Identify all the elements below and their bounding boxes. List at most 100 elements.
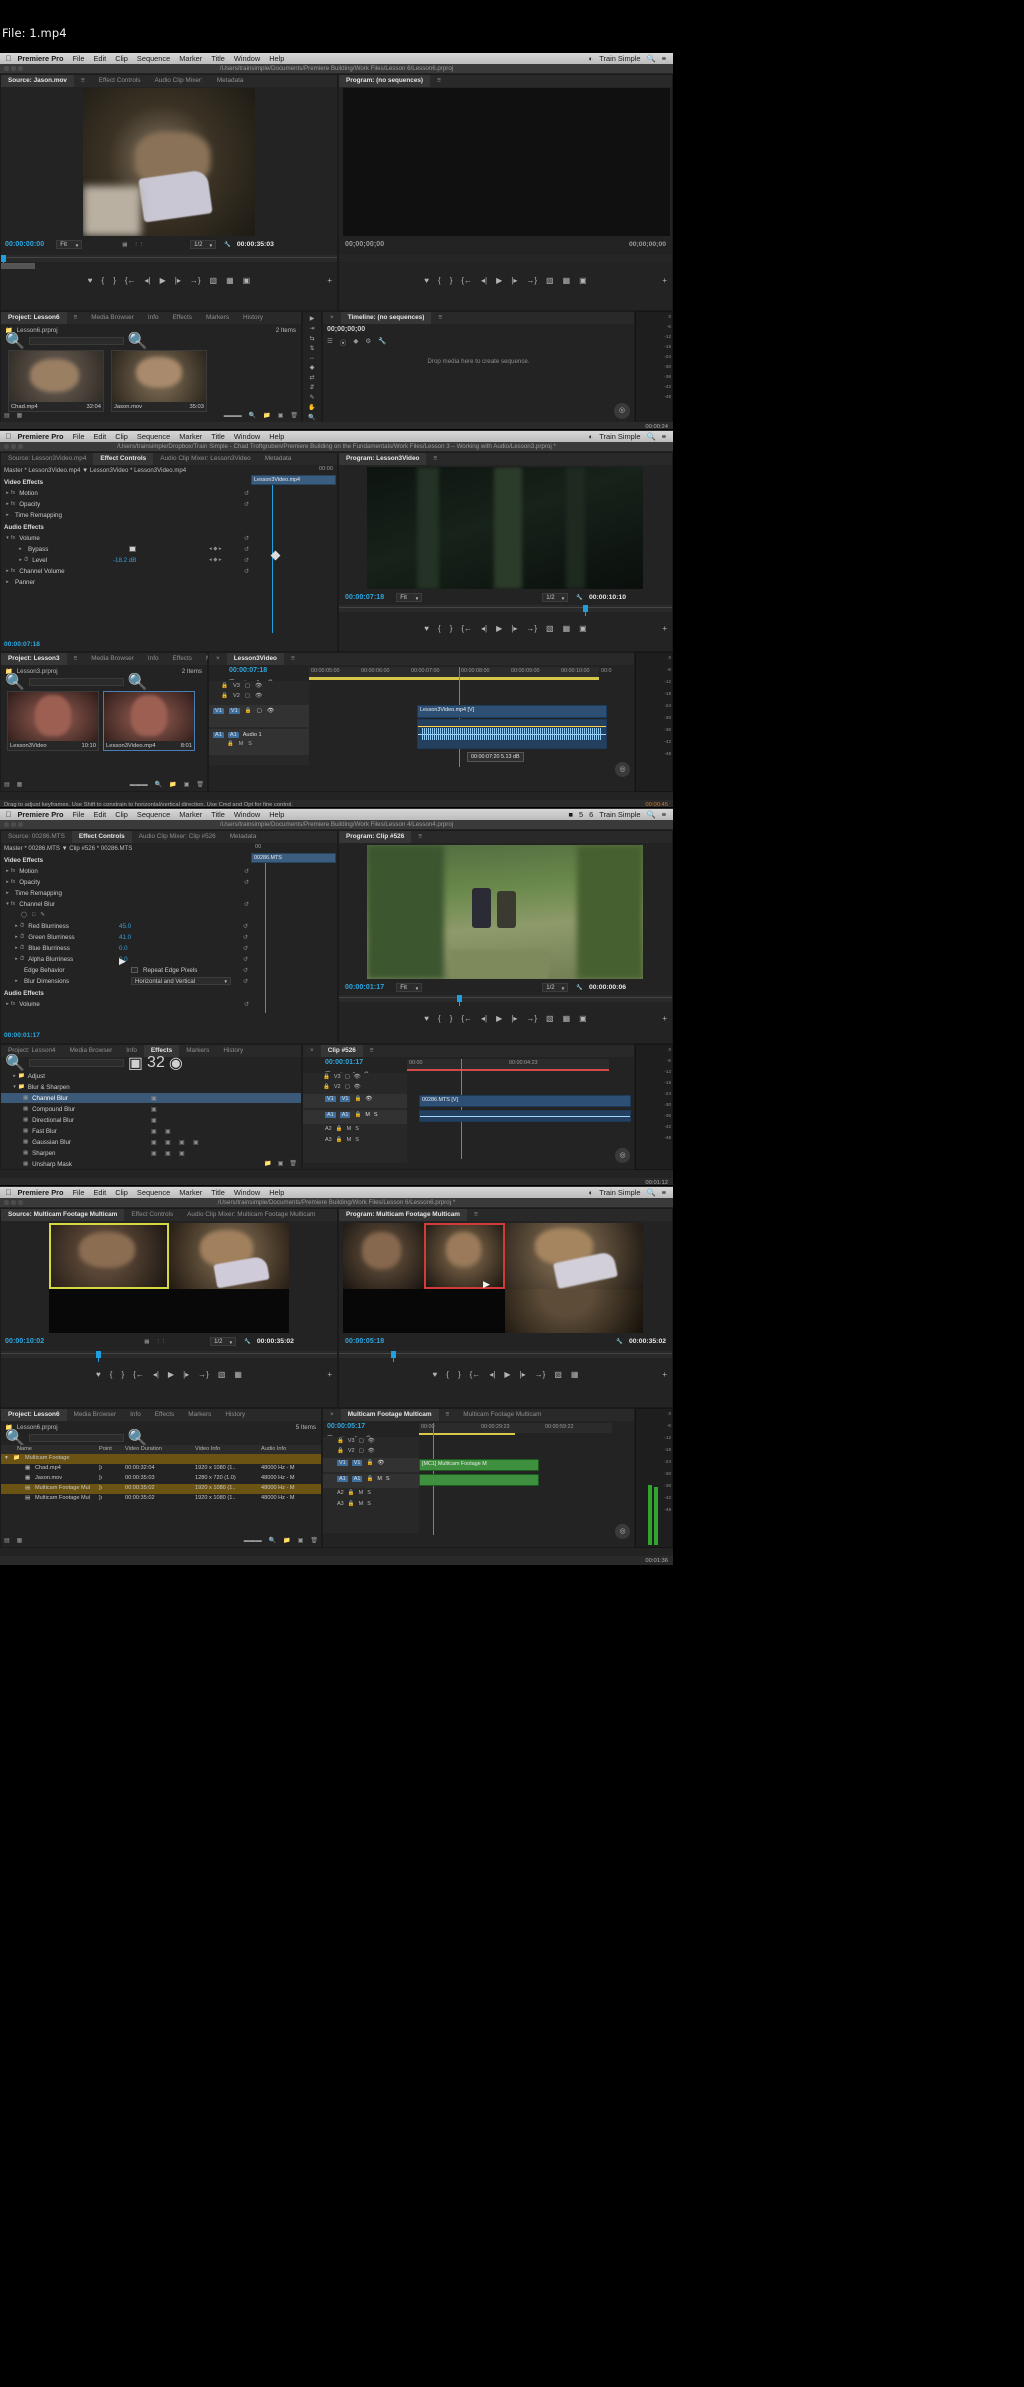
project-panel-toolbar[interactable]: ▤ ▦ ▬▬▬ 🔍 📁 ▣ 🗑 <box>4 780 204 789</box>
timeline-current-timecode[interactable]: 00:00:05:17 <box>327 1423 365 1430</box>
track-header-v3[interactable]: 🔒 V3 ▢ 👁 <box>221 683 262 689</box>
clear-icon[interactable]: 🗑 <box>290 412 298 419</box>
mark-in-icon[interactable]: { <box>438 624 441 633</box>
effect-motion[interactable]: ▸ fx Motion ↺ <box>4 866 249 877</box>
search-input[interactable] <box>28 1434 124 1442</box>
timeline-display-settings-icon[interactable]: ⚙ <box>365 337 371 347</box>
solo-icon[interactable]: S <box>248 741 252 747</box>
target-track-icon[interactable]: ▢ <box>345 1074 350 1080</box>
step-forward-icon[interactable]: |▸ <box>511 624 517 633</box>
menu-clip[interactable]: Clip <box>111 809 133 820</box>
wifi-icon[interactable]: ◐ <box>586 1187 596 1198</box>
panel-menu-icon[interactable]: ≡ <box>431 312 449 324</box>
go-to-out-icon[interactable]: →} <box>526 624 537 633</box>
project-panel-tabs[interactable]: Project: Lesson3 ≡ Media Browser Info Ef… <box>1 653 215 665</box>
track-headers[interactable]: 🔒 V3 ▢ 👁 🔒 V2 ▢ 👁 V1 V1 🔒 ▢ 👁 A1 A1 Audi… <box>209 681 309 765</box>
overwrite-icon[interactable]: ▦ <box>234 1370 242 1379</box>
list-view-icon[interactable]: ▤ <box>4 1537 10 1544</box>
battery-icon[interactable]: ■ <box>566 809 576 820</box>
track-name[interactable]: V1 <box>351 1460 363 1466</box>
slip-tool-icon[interactable]: ⇄ <box>309 374 314 381</box>
wifi-icon[interactable]: ◐ <box>586 431 596 442</box>
eye-icon[interactable]: 👁 <box>354 1084 361 1090</box>
effect-prop-blue-blurriness[interactable]: ▸ ⏱ Blue Blurriness 0.0 ↺ <box>13 943 248 954</box>
close-icon[interactable]: × <box>209 653 227 665</box>
menubar-user-label[interactable]: Train Simple <box>596 53 643 64</box>
keyframe-nav-icons[interactable]: ◂ ◆ ▸ <box>209 546 222 552</box>
fit-zoom-select[interactable]: Fit <box>396 983 423 993</box>
go-to-out-icon[interactable]: →} <box>535 1370 546 1379</box>
lift-icon[interactable]: ▧ <box>546 624 554 633</box>
source-transport-controls[interactable]: ♥ { } {← ◂| ▶ |▸ →} ▧ ▦ ▣ + <box>1 273 337 287</box>
panel-menu-icon[interactable]: ≡ <box>426 453 444 465</box>
track-select-tool-icon[interactable]: ⇥ <box>309 325 314 332</box>
program-current-timecode[interactable]: 00:00:07:18 <box>345 594 384 601</box>
new-bin-icon[interactable]: 📁 <box>263 412 270 419</box>
tab-audio-clip-mixer[interactable]: Audio Clip Mixer: Clip #526 <box>132 831 223 843</box>
menubar-badge-6[interactable]: 6 <box>586 809 596 820</box>
lock-icon[interactable]: 🔒 <box>366 1460 373 1466</box>
playback-resolution-select[interactable]: 1/2 <box>542 983 569 993</box>
timeline-clip-multicam-video[interactable]: [MC1] Multicam Footage M <box>419 1459 539 1471</box>
zoom-slider[interactable]: ▬▬▬ <box>224 413 242 419</box>
play-icon[interactable]: ▶ <box>496 276 502 285</box>
source-patch-a1[interactable]: A1 <box>213 732 224 738</box>
go-to-in-icon[interactable]: {← <box>125 276 136 285</box>
target-track-icon[interactable]: ▢ <box>359 1438 364 1444</box>
disclosure-triangle-icon[interactable]: ▾ <box>4 535 11 541</box>
lock-icon[interactable]: 🔒 <box>336 1126 343 1132</box>
panel-menu-icon[interactable]: ≡ <box>67 653 85 665</box>
wifi-icon[interactable]: ◐ <box>586 53 596 64</box>
project-search-row[interactable]: 🔍 🔍 <box>1 674 207 691</box>
mark-in-icon[interactable]: { <box>446 1370 449 1379</box>
effect-prop-blur-dimensions[interactable]: ▸ Blur Dimensions Horizontal and Vertica… <box>13 976 248 987</box>
edge-behavior-checkbox[interactable] <box>131 967 138 974</box>
tab-effect-controls[interactable]: Effect Controls <box>124 1209 180 1221</box>
disclosure-triangle-icon[interactable]: ▸ <box>17 557 24 563</box>
effects-tree-sharpen[interactable]: ▦ Sharpen ▣ ▣ ▣ <box>23 1148 185 1159</box>
wrench-icon[interactable]: 🔧 <box>576 985 583 991</box>
selection-tool-icon[interactable]: ▶ <box>310 315 315 322</box>
tab-history[interactable]: History <box>216 1045 250 1057</box>
tab-source[interactable]: Source: 00286.MTS <box>1 831 72 843</box>
source-patch-v1[interactable]: V1 <box>213 708 224 714</box>
lock-icon[interactable]: 🔒 <box>336 1137 343 1143</box>
tab-sequence-1[interactable]: Multicam Footage Multicam <box>340 1409 439 1421</box>
panel-menu-icon[interactable]: ≡ <box>430 75 448 87</box>
source-current-timecode[interactable]: 00:00:10:02 <box>5 1338 44 1345</box>
program-video-area[interactable] <box>367 845 643 979</box>
effects-panel-toolbar[interactable]: 📁 ▣ 🗑 <box>264 1160 297 1167</box>
step-forward-icon[interactable]: |▸ <box>511 276 517 285</box>
source-video-area[interactable] <box>83 88 255 236</box>
menubar-user-label[interactable]: Train Simple <box>596 431 643 442</box>
keyframe-playhead[interactable] <box>265 863 266 1013</box>
panel-menu-icon[interactable]: ≡ <box>411 831 429 843</box>
table-row[interactable]: ▤ Multicam Footage Mul ]ı 00:00:35:02 19… <box>1 1494 321 1504</box>
disclosure-triangle-icon[interactable]: ▸ <box>4 890 11 896</box>
timeline-current-timecode[interactable]: 00;00;00;00 <box>327 326 365 333</box>
menu-window[interactable]: Window <box>229 431 264 442</box>
effect-volume[interactable]: ▾ fx Volume ↺ <box>4 533 249 544</box>
tab-sequence[interactable]: Lesson3Video <box>226 653 284 665</box>
button-editor-icon[interactable]: + <box>662 624 667 633</box>
menu-help[interactable]: Help <box>265 431 289 442</box>
ripple-edit-tool-icon[interactable]: ⇆ <box>309 335 314 342</box>
tab-sequence[interactable]: Clip #526 <box>320 1045 363 1057</box>
marker-icon[interactable]: ♥ <box>88 276 93 285</box>
bin-item-thumbnail[interactable]: Chad.mp4 32:04 <box>8 350 104 412</box>
track-headers[interactable]: 🔒 V3 ▢ 👁 🔒 V2 ▢ 👁 V1 V1 🔒 👁 A1 A1 🔒 M S … <box>323 1437 419 1533</box>
button-editor-icon[interactable]: + <box>662 276 667 285</box>
target-track-icon[interactable]: ▢ <box>245 683 250 689</box>
mute-icon[interactable]: M <box>359 1501 364 1507</box>
stopwatch-icon[interactable]: ⏱ <box>20 923 24 930</box>
fx-icon[interactable]: fx <box>11 501 15 507</box>
target-track-icon[interactable]: ▢ <box>359 1448 364 1454</box>
effect-prop-level[interactable]: ▸ ⏱ Level -18.2 dB ◂ ◆ ▸ ↺ <box>17 555 249 566</box>
effect-channel-volume[interactable]: ▸ fx Channel Volume ↺ <box>4 566 249 577</box>
fit-zoom-select[interactable]: Fit <box>56 240 83 250</box>
tab-media-browser[interactable]: Media Browser <box>67 1409 124 1421</box>
lock-icon[interactable]: 🔒 <box>354 1112 361 1118</box>
search-icon[interactable]: 🔍 <box>5 1053 25 1073</box>
red-blurriness-value[interactable]: 45.0 <box>119 923 131 930</box>
lock-icon[interactable]: 🔒 <box>366 1476 373 1482</box>
